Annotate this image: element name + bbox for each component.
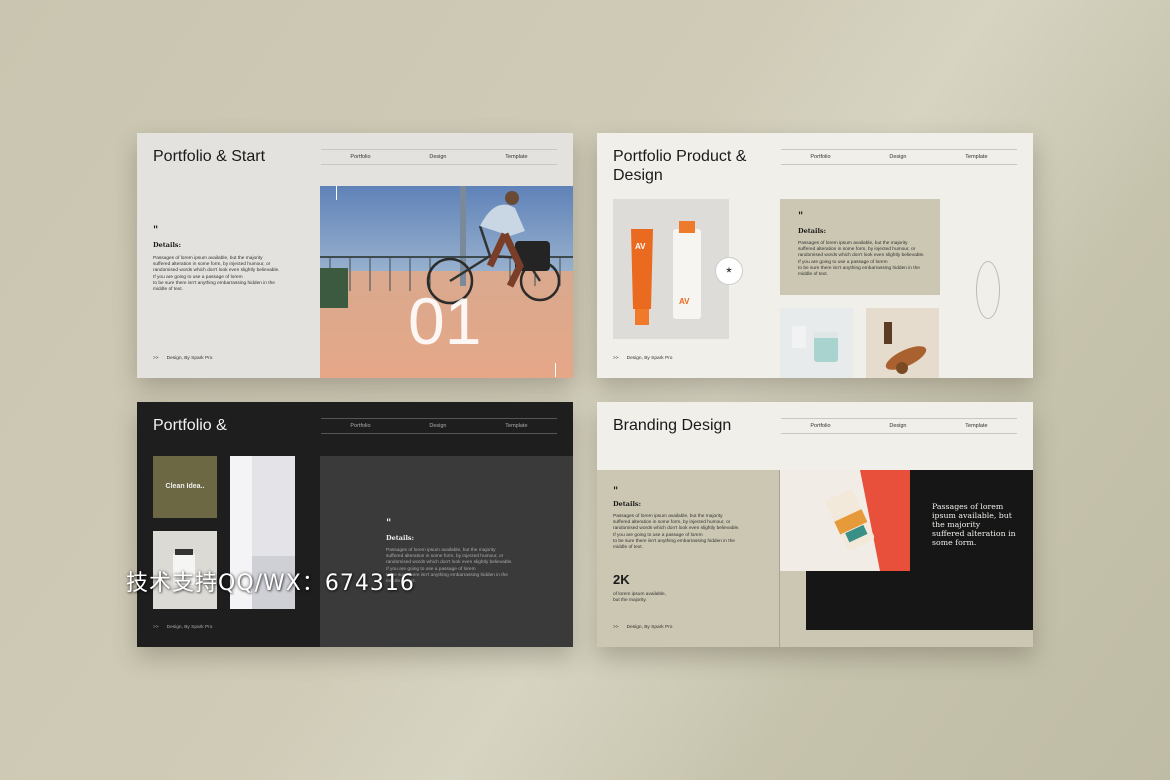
photo-marker xyxy=(555,363,556,377)
slide-footer: >> Design, By Spark Pro xyxy=(613,356,673,361)
details-panel: " Details: Passages of lorem ipsum avail… xyxy=(320,456,573,647)
details-body: Passages of lorem ipsum available, but t… xyxy=(798,241,925,278)
nav-portfolio: Portfolio xyxy=(810,423,831,429)
quote-mark: " xyxy=(386,518,392,529)
nav-template: Template xyxy=(965,423,988,429)
slide-footer: >> Design, By Spark Pro xyxy=(153,625,213,630)
details-card: " Details: Passages of lorem ipsum avail… xyxy=(780,199,940,295)
nav-portfolio: Portfolio xyxy=(810,154,831,160)
nav-design: Design xyxy=(429,423,447,429)
stat-caption: of lorem ipsum available, but the majorit… xyxy=(613,592,667,604)
nav-design: Design xyxy=(889,423,907,429)
nav-design: Design xyxy=(889,154,907,160)
slide-portfolio-dark[interactable]: Portfolio & Portfolio Design Template Cl… xyxy=(137,402,573,647)
stat-value: 2K xyxy=(613,572,630,587)
slide-footer: >> Design, By Spark Pro xyxy=(153,356,213,361)
signature-oval-icon xyxy=(976,261,1000,319)
bicycle-photo: 01 xyxy=(320,186,573,378)
slide-title: Portfolio Product & Design xyxy=(613,148,747,184)
photo-marker xyxy=(336,186,337,200)
slide-title: Portfolio & Start xyxy=(153,148,266,165)
details-heading: Details: xyxy=(798,227,826,235)
quote-mark: " xyxy=(798,211,804,222)
tube-product-photo: AV AV xyxy=(613,199,729,339)
nav-portfolio: Portfolio xyxy=(350,154,371,160)
details-body: Passages of lorem ipsum available, but t… xyxy=(153,256,280,293)
slide-nav: Portfolio Design Template xyxy=(321,149,557,165)
slide-portfolio-start[interactable]: Portfolio & Start Portfolio Design Templ… xyxy=(137,133,573,378)
svg-text:AV: AV xyxy=(635,242,646,251)
svg-text:AV: AV xyxy=(679,297,690,306)
slide-number: 01 xyxy=(408,284,481,358)
clean-idea-tile: Clean Idea.. xyxy=(153,456,217,518)
slide-portfolio-product[interactable]: Portfolio Product & Design Portfolio Desi… xyxy=(597,133,1033,378)
slide-nav: Portfolio Design Template xyxy=(781,149,1017,165)
details-heading: Details: xyxy=(386,534,414,542)
slide-nav: Portfolio Design Template xyxy=(781,418,1017,434)
details-heading: Details: xyxy=(613,500,641,508)
nav-template: Template xyxy=(505,154,528,160)
nav-template: Template xyxy=(965,154,988,160)
slide-nav: Portfolio Design Template xyxy=(321,418,557,434)
can-product-photo xyxy=(780,470,910,571)
nav-portfolio: Portfolio xyxy=(350,423,371,429)
asterisk-badge: * xyxy=(715,257,743,285)
slide-branding-design[interactable]: Branding Design Portfolio Design Templat… xyxy=(597,402,1033,647)
candle-photo xyxy=(780,308,853,378)
slide-footer: >> Design, By Spark Pro xyxy=(613,625,673,630)
nav-template: Template xyxy=(505,423,528,429)
dropper-photo xyxy=(866,308,939,378)
quote-mark: " xyxy=(153,225,159,236)
details-body: Passages of lorem ipsum available, but t… xyxy=(613,514,740,551)
watermark-text: 技术支持QQ/WX：674316 xyxy=(126,571,415,596)
nav-design: Design xyxy=(429,154,447,160)
dark-card-text: Passages of lorem ipsum available, but the… xyxy=(932,502,1016,547)
quote-mark: " xyxy=(613,486,619,497)
slide-title: Branding Design xyxy=(613,417,732,434)
details-heading: Details: xyxy=(153,241,181,249)
slide-title: Portfolio & xyxy=(153,417,227,434)
